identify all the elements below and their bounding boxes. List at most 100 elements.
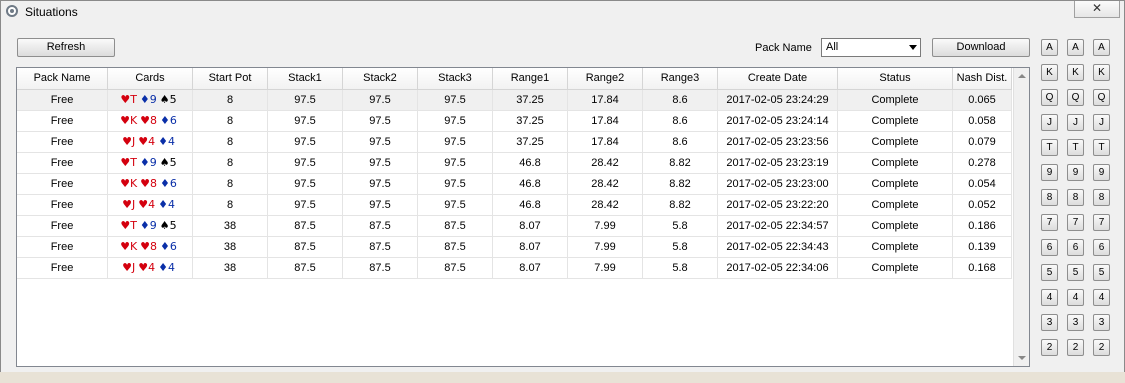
rank-button[interactable]: 3 <box>1093 314 1110 331</box>
column-header[interactable]: Stack3 <box>418 68 493 89</box>
rank-button[interactable]: 9 <box>1093 164 1110 181</box>
rank-button[interactable]: 7 <box>1041 214 1058 231</box>
table-row[interactable]: Free ♥T ♦9 ♠5 8 97.5 97.5 97.5 46.8 28.42 8.82 2017… <box>17 153 1012 174</box>
table-header: Pack Name Cards Start Pot Stack1 Stack2 … <box>17 68 1012 90</box>
rank-button[interactable]: 3 <box>1067 314 1084 331</box>
rank-button[interactable]: Q <box>1093 89 1110 106</box>
playing-card: ♥ <box>120 156 131 169</box>
rank-button[interactable]: 3 <box>1041 314 1058 331</box>
rank-button[interactable]: A <box>1067 39 1084 56</box>
card-rank: 4 <box>148 198 156 211</box>
column-header[interactable]: Start Pot <box>193 68 268 89</box>
card-rank: 4 <box>167 135 175 148</box>
scroll-down-icon[interactable] <box>1018 356 1026 360</box>
rank-button[interactable]: J <box>1093 114 1110 131</box>
rank-button[interactable]: 7 <box>1093 214 1110 231</box>
rank-button[interactable]: 6 <box>1093 239 1110 256</box>
column-header[interactable]: Stack1 <box>268 68 343 89</box>
table-row[interactable]: Free ♥J ♥4 ♦4 8 97.5 97.5 97.5 46.8 28.42 8.82 2017… <box>17 195 1012 216</box>
refresh-button[interactable]: Refresh <box>17 38 115 57</box>
rank-button[interactable]: J <box>1041 114 1058 131</box>
stack3-cell: 97.5 <box>418 132 493 152</box>
rank-button[interactable]: T <box>1041 139 1058 156</box>
table-row[interactable]: Free ♥K ♥8 ♦6 38 87.5 87.5 87.5 8.07 7.99 5.8 2017-… <box>17 237 1012 258</box>
rank-button[interactable]: J <box>1067 114 1084 131</box>
rank-button[interactable]: 6 <box>1041 239 1058 256</box>
playing-card: ♦ <box>139 156 150 169</box>
range2-cell: 17.84 <box>568 90 643 110</box>
card-rank: 4 <box>148 261 156 274</box>
rank-button[interactable]: Q <box>1041 89 1058 106</box>
card-rank: T <box>130 219 137 232</box>
column-header[interactable]: Cards <box>108 68 193 89</box>
stack3-cell: 87.5 <box>418 237 493 257</box>
start-pot-cell: 8 <box>193 132 268 152</box>
stack3-cell: 97.5 <box>418 90 493 110</box>
rank-button[interactable]: 9 <box>1041 164 1058 181</box>
rank-button[interactable]: A <box>1041 39 1058 56</box>
rank-button[interactable]: K <box>1067 64 1084 81</box>
rank-button[interactable]: 5 <box>1041 264 1058 281</box>
column-header[interactable]: Range1 <box>493 68 568 89</box>
scroll-up-icon[interactable] <box>1018 74 1026 78</box>
download-button[interactable]: Download <box>932 38 1030 57</box>
rank-button[interactable]: 5 <box>1093 264 1110 281</box>
pack-name-cell: Free <box>17 153 108 173</box>
situations-table: Pack Name Cards Start Pot Stack1 Stack2 … <box>16 67 1030 367</box>
rank-button[interactable]: K <box>1093 64 1110 81</box>
column-header[interactable]: Pack Name <box>17 68 108 89</box>
close-button[interactable]: ✕ <box>1074 1 1120 18</box>
rank-button[interactable]: 2 <box>1041 339 1058 356</box>
table-row[interactable]: Free ♥T ♦9 ♠5 8 97.5 97.5 97.5 37.25 17.84 8.6 2017… <box>17 90 1012 111</box>
nash-dist-cell: 0.065 <box>953 90 1012 110</box>
column-header[interactable]: Stack2 <box>343 68 418 89</box>
playing-card: ♥ <box>122 261 132 274</box>
rank-button[interactable]: K <box>1041 64 1058 81</box>
table-row[interactable]: Free ♥J ♥4 ♦4 8 97.5 97.5 97.5 37.25 17.84 8.6 2017… <box>17 132 1012 153</box>
card-rank: 6 <box>169 114 177 127</box>
stack1-cell: 97.5 <box>268 195 343 215</box>
rank-button[interactable]: 6 <box>1067 239 1084 256</box>
column-header[interactable]: Range3 <box>643 68 718 89</box>
range1-cell: 37.25 <box>493 111 568 131</box>
playing-card: ♠ <box>159 93 170 106</box>
stack3-cell: 97.5 <box>418 153 493 173</box>
rank-button[interactable]: T <box>1067 139 1084 156</box>
column-header[interactable]: Range2 <box>568 68 643 89</box>
rank-button[interactable]: 8 <box>1041 189 1058 206</box>
column-header[interactable]: Status <box>838 68 953 89</box>
rank-button[interactable]: 9 <box>1067 164 1084 181</box>
stack1-cell: 87.5 <box>268 237 343 257</box>
column-header[interactable]: Create Date <box>718 68 838 89</box>
table-row[interactable]: Free ♥J ♥4 ♦4 38 87.5 87.5 87.5 8.07 7.99 5.8 2017-… <box>17 258 1012 279</box>
range3-cell: 8.82 <box>643 174 718 194</box>
table-row[interactable]: Free ♥T ♦9 ♠5 38 87.5 87.5 87.5 8.07 7.99 5.8 2017-… <box>17 216 1012 237</box>
rank-button[interactable]: A <box>1093 39 1110 56</box>
rank-button[interactable]: 5 <box>1067 264 1084 281</box>
rank-button[interactable]: 2 <box>1067 339 1084 356</box>
create-date-cell: 2017-02-05 23:23:19 <box>718 153 838 173</box>
rank-button[interactable]: 7 <box>1067 214 1084 231</box>
pack-name-select[interactable]: All <box>821 38 921 57</box>
rank-button[interactable]: 4 <box>1067 289 1084 306</box>
rank-button[interactable]: 4 <box>1093 289 1110 306</box>
rank-row: 555 <box>1041 264 1111 281</box>
start-pot-cell: 8 <box>193 90 268 110</box>
column-header[interactable]: Nash Dist. <box>953 68 1012 89</box>
rank-button[interactable]: Q <box>1067 89 1084 106</box>
rank-button[interactable]: T <box>1093 139 1110 156</box>
rank-button[interactable]: 2 <box>1093 339 1110 356</box>
table-row[interactable]: Free ♥K ♥8 ♦6 8 97.5 97.5 97.5 37.25 17.84 8.6 2017… <box>17 111 1012 132</box>
playing-card: ♦ <box>139 219 150 232</box>
dropdown-arrow-icon <box>909 45 917 50</box>
rank-button[interactable]: 8 <box>1093 189 1110 206</box>
table-row[interactable]: Free ♥K ♥8 ♦6 8 97.5 97.5 97.5 46.8 28.42 8.82 2017… <box>17 174 1012 195</box>
rank-row: 888 <box>1041 189 1111 206</box>
rank-button[interactable]: 4 <box>1041 289 1058 306</box>
start-pot-cell: 38 <box>193 216 268 236</box>
vertical-scrollbar[interactable] <box>1013 68 1029 366</box>
title-bar: Situations ✕ <box>1 1 1124 23</box>
stack1-cell: 97.5 <box>268 132 343 152</box>
cards-cell: ♥J ♥4 ♦4 <box>108 195 193 215</box>
rank-button[interactable]: 8 <box>1067 189 1084 206</box>
